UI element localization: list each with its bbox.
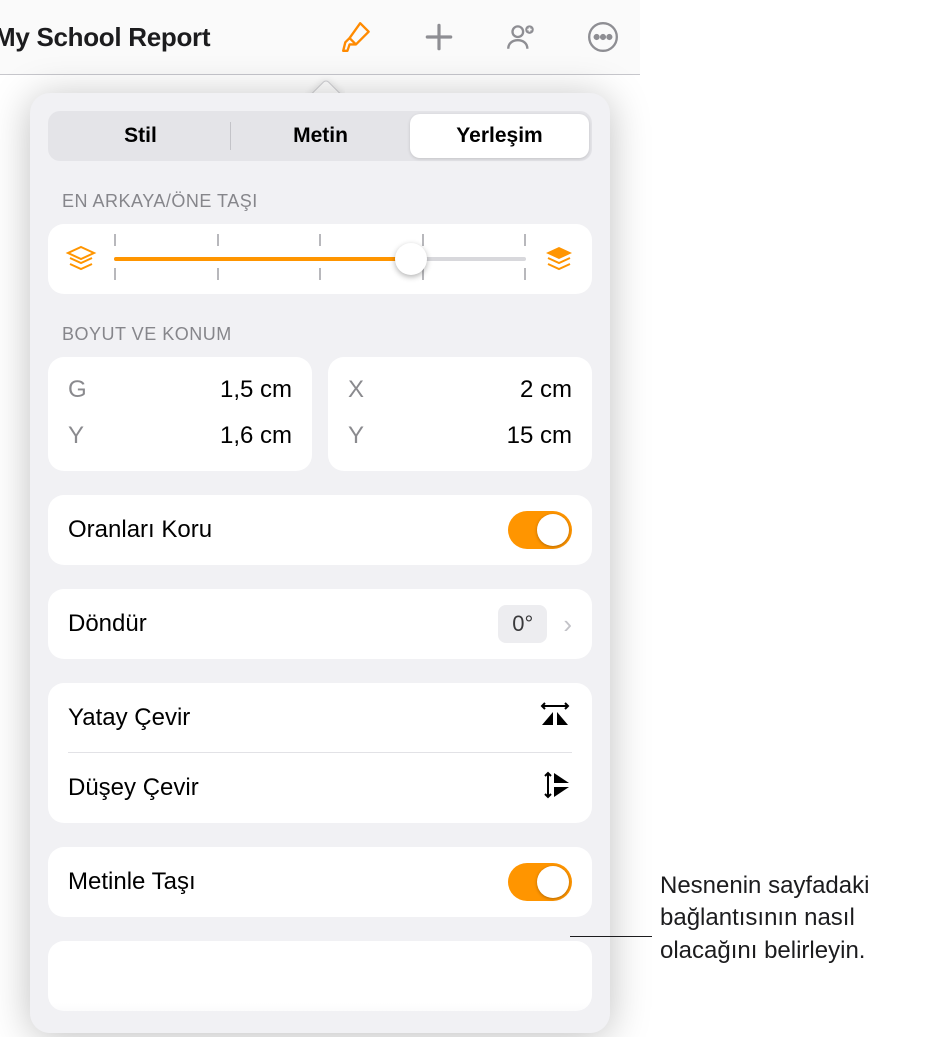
width-value: 1,5 cm xyxy=(220,376,292,404)
x-label: X xyxy=(348,376,364,404)
send-to-back-icon[interactable] xyxy=(64,245,98,273)
height-label: Y xyxy=(68,422,84,450)
tab-text[interactable]: Metin xyxy=(231,114,410,158)
bring-to-front-icon[interactable] xyxy=(542,245,576,273)
popover-arrow xyxy=(305,75,345,95)
rotate-row[interactable]: Döndür 0° › xyxy=(68,589,572,659)
format-tabs: Stil Metin Yerleşim xyxy=(48,111,592,161)
y-label: Y xyxy=(348,422,364,450)
rotate-value: 0° xyxy=(498,605,547,643)
insert-plus-icon[interactable] xyxy=(422,20,456,54)
app-toolbar: My School Report xyxy=(0,0,640,75)
move-with-text-row: Metinle Taşı xyxy=(68,847,572,917)
flip-vertical-icon xyxy=(542,770,572,807)
format-panel: Stil Metin Yerleşim EN ARKAYA/ÖNE TAŞI xyxy=(30,93,610,1033)
rotate-card: Döndür 0° › xyxy=(48,589,592,659)
callout-text: Nesnenin sayfadaki bağlantısının nasıl o… xyxy=(660,870,930,967)
flip-horizontal-icon xyxy=(538,701,572,734)
constrain-row: Oranları Koru xyxy=(68,495,572,565)
x-value: 2 cm xyxy=(520,376,572,404)
format-brush-icon[interactable] xyxy=(340,20,374,54)
move-with-text-toggle[interactable] xyxy=(508,863,572,901)
rotate-label: Döndür xyxy=(68,610,147,638)
section-label-layer: EN ARKAYA/ÖNE TAŞI xyxy=(62,191,592,212)
constrain-card: Oranları Koru xyxy=(48,495,592,565)
section-label-sizepos: BOYUT VE KONUM xyxy=(62,324,592,345)
flip-vertical-row[interactable]: Düşey Çevir xyxy=(68,753,572,823)
flip-h-label: Yatay Çevir xyxy=(68,704,190,732)
y-value: 15 cm xyxy=(507,422,572,450)
scroll-fade xyxy=(30,1003,610,1033)
layer-slider[interactable] xyxy=(114,244,526,274)
tab-layout[interactable]: Yerleşim xyxy=(410,114,589,158)
chevron-right-icon: › xyxy=(563,609,572,640)
move-with-text-label: Metinle Taşı xyxy=(68,868,196,896)
width-label: G xyxy=(68,376,87,404)
size-card[interactable]: G 1,5 cm Y 1,6 cm xyxy=(48,357,312,471)
more-icon[interactable] xyxy=(586,20,620,54)
constrain-toggle[interactable] xyxy=(508,511,572,549)
slider-thumb[interactable] xyxy=(395,243,427,275)
tab-style[interactable]: Stil xyxy=(51,114,230,158)
callout-leader-line xyxy=(570,936,652,937)
collaborate-icon[interactable] xyxy=(504,20,538,54)
flip-v-label: Düşey Çevir xyxy=(68,774,199,802)
flip-card: Yatay Çevir Düşey Çevir xyxy=(48,683,592,823)
next-row-peek[interactable] xyxy=(48,941,592,1011)
flip-horizontal-row[interactable]: Yatay Çevir xyxy=(68,683,572,753)
layer-order-control xyxy=(48,224,592,294)
height-value: 1,6 cm xyxy=(220,422,292,450)
constrain-label: Oranları Koru xyxy=(68,516,212,544)
document-title: My School Report xyxy=(0,22,210,53)
position-card[interactable]: X 2 cm Y 15 cm xyxy=(328,357,592,471)
move-with-text-card: Metinle Taşı xyxy=(48,847,592,917)
